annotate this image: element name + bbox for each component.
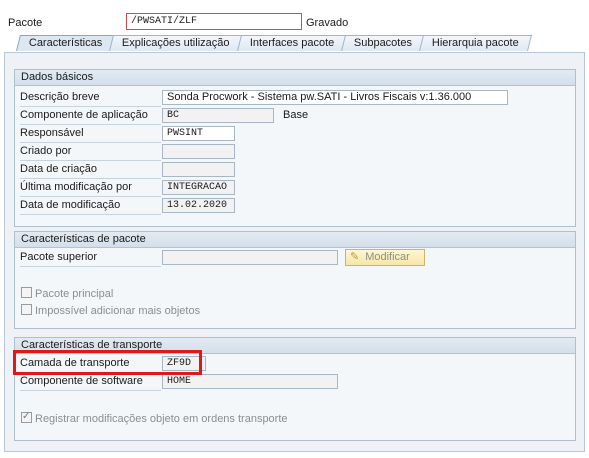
main-package-checkbox[interactable]: Pacote principal	[21, 287, 113, 301]
last-changed-by-label: Última modificação por	[20, 179, 161, 197]
created-by-field[interactable]	[162, 144, 235, 159]
basic-data-group: Dados básicos Descrição breve Sonda Proc…	[14, 69, 576, 227]
characteristics-panel: Dados básicos Descrição breve Sonda Proc…	[4, 52, 585, 452]
created-on-label: Data de criação	[20, 161, 161, 179]
tab-strip: Características Explicações utilização I…	[16, 35, 533, 52]
responsible-field[interactable]: PWSINT	[162, 126, 235, 141]
created-on-field[interactable]	[162, 162, 235, 177]
app-component-field[interactable]: BC	[162, 108, 274, 123]
changed-on-field[interactable]: 13.02.2020	[162, 198, 235, 213]
super-package-field[interactable]	[162, 250, 338, 265]
changed-on-label: Data de modificação	[20, 197, 161, 215]
software-component-field[interactable]: HOME	[162, 374, 338, 389]
tab-characteristics[interactable]: Características	[16, 35, 116, 51]
package-name-field[interactable]: /PWSATI/ZLF	[126, 13, 302, 30]
group-title: Dados básicos	[15, 70, 575, 86]
checkbox-icon	[21, 304, 32, 315]
description-label: Descrição breve	[20, 89, 161, 107]
no-more-objects-checkbox[interactable]: Impossível adicionar mais objetos	[21, 304, 200, 318]
last-changed-by-field[interactable]: INTEGRACAO	[162, 180, 235, 195]
checkbox-icon	[21, 287, 32, 298]
software-component-label: Componente de software	[20, 373, 161, 391]
app-component-label: Componente de aplicação	[20, 107, 161, 125]
record-changes-checkbox[interactable]: Registrar modificações objeto em ordens …	[21, 410, 288, 426]
tab-package-interfaces[interactable]: Interfaces pacote	[236, 35, 348, 51]
responsible-label: Responsável	[20, 125, 161, 143]
app-component-text: Base	[283, 109, 309, 121]
pencil-icon: ✎	[350, 251, 360, 263]
modify-button[interactable]: ✎ Modificar	[345, 249, 425, 266]
description-field[interactable]: Sonda Procwork - Sistema pw.SATI - Livro…	[162, 90, 508, 105]
tab-package-hierarchy[interactable]: Hierarquia pacote	[419, 35, 533, 51]
package-characteristics-group: Características de pacote Pacote superio…	[14, 231, 576, 329]
created-by-label: Criado por	[20, 143, 161, 161]
checkbox-checked-icon	[21, 410, 32, 424]
super-package-label: Pacote superior	[20, 249, 161, 267]
group-title: Características de pacote	[15, 232, 575, 248]
highlight-annotation	[13, 350, 202, 375]
package-label: Pacote	[8, 17, 43, 29]
tab-usage-explanations[interactable]: Explicações utilização	[109, 35, 243, 51]
package-status: Gravado	[306, 17, 349, 29]
tab-subpackages[interactable]: Subpacotes	[341, 35, 426, 51]
